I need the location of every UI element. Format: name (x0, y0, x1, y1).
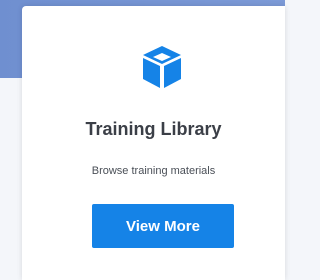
card-subtitle: Browse training materials (91, 165, 216, 177)
training-library-card: Training Library Browse training materia… (22, 6, 285, 280)
card-title: Training Library (85, 119, 222, 139)
view-more-button[interactable]: View More (92, 204, 234, 248)
cube-icon (143, 46, 181, 88)
